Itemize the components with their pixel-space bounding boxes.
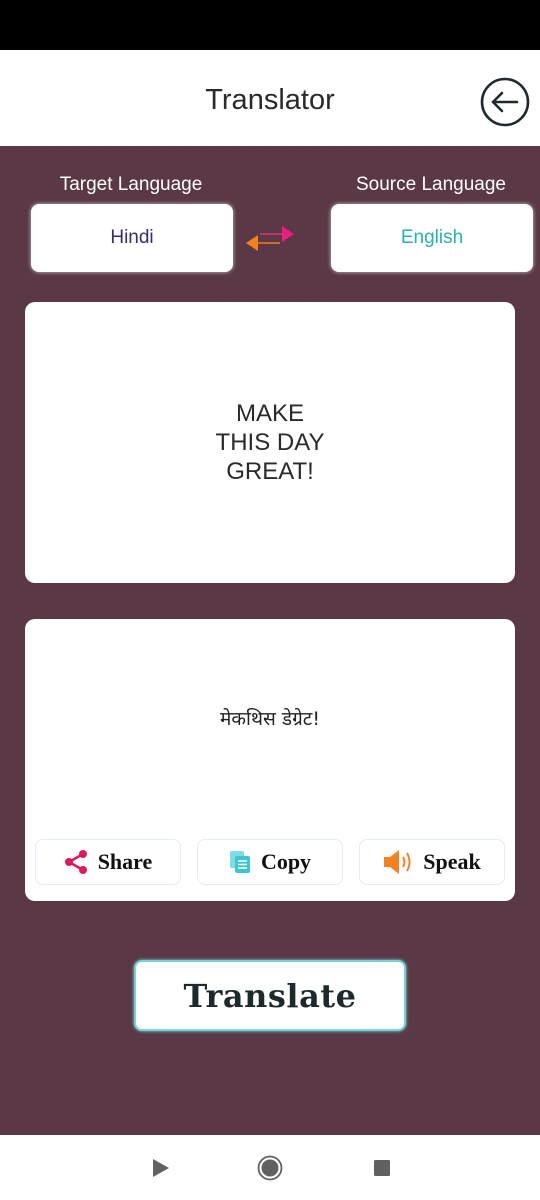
target-language-selector[interactable]: Hindi [31,204,233,272]
copy-icon [229,851,250,873]
nav-home-icon [257,1155,283,1181]
share-button[interactable]: Share [35,839,181,885]
source-language-label: Source Language [355,174,506,195]
system-nav-bar [0,1135,540,1200]
share-label: Share [97,849,153,874]
input-text-area[interactable]: MAKE THIS DAY GREAT! [25,302,515,583]
app-bar: Translator [0,50,540,146]
copy-button[interactable]: Copy [197,839,343,885]
target-language-value: Hindi [110,227,154,248]
nav-back-icon [153,1159,169,1177]
nav-recents-icon [374,1160,390,1176]
target-language-label: Target Language [59,174,203,195]
status-bar [0,0,540,50]
output-card: मेकथिस डेग्रेट! Share Copy Speak [25,619,515,901]
back-button[interactable] [479,76,531,128]
nav-back-button[interactable] [148,1155,174,1181]
translator-panel: Target Language Hindi Source Language En… [0,146,540,1135]
speak-label: Speak [423,849,481,874]
speak-button[interactable]: Speak [359,839,505,885]
nav-recents-button[interactable] [369,1155,395,1181]
input-text[interactable]: MAKE THIS DAY GREAT! [210,399,330,486]
copy-label: Copy [260,849,312,874]
swap-arrows-icon [246,226,294,251]
nav-home-button[interactable] [257,1155,283,1181]
share-icon [64,850,87,874]
translate-button[interactable]: Translate [134,960,406,1031]
arrow-left-circle-icon [480,77,530,127]
swap-languages-button[interactable] [244,224,296,254]
translate-label: Translate [183,976,357,1015]
source-language-selector[interactable]: English [331,204,533,272]
speaker-icon [384,850,411,874]
translated-text: मेकथिस डेग्रेट! [220,708,320,730]
source-language-value: English [400,227,464,248]
page-title: Translator [205,84,335,116]
